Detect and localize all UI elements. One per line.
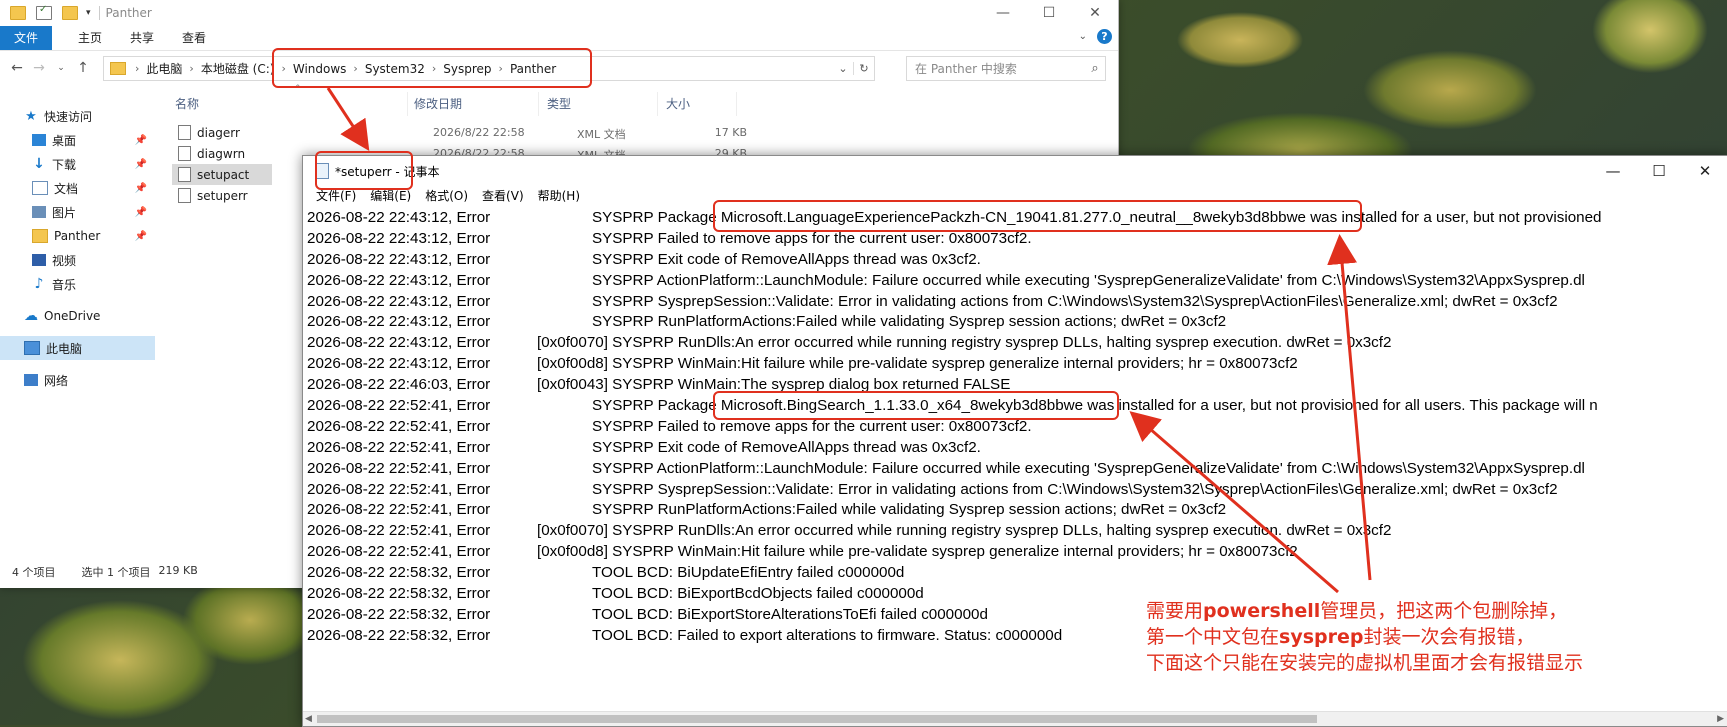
- annotation-note: 需要用powershell管理员，把这两个包删除掉， 第一个中文包在syspre…: [1146, 598, 1583, 676]
- annotation-line-1: 需要用powershell管理员，把这两个包删除掉，: [1146, 600, 1568, 622]
- arrow-to-notepad: [326, 87, 370, 152]
- annotation-line-2: 第一个中文包在sysprep封装一次会有报错，: [1146, 626, 1535, 648]
- annotation-line-3: 下面这个只能在安装完的虚拟机里面才会有报错显示: [1146, 652, 1584, 674]
- arrow-to-package-1: [1327, 234, 1372, 581]
- arrow-to-package-2: [1129, 411, 1339, 594]
